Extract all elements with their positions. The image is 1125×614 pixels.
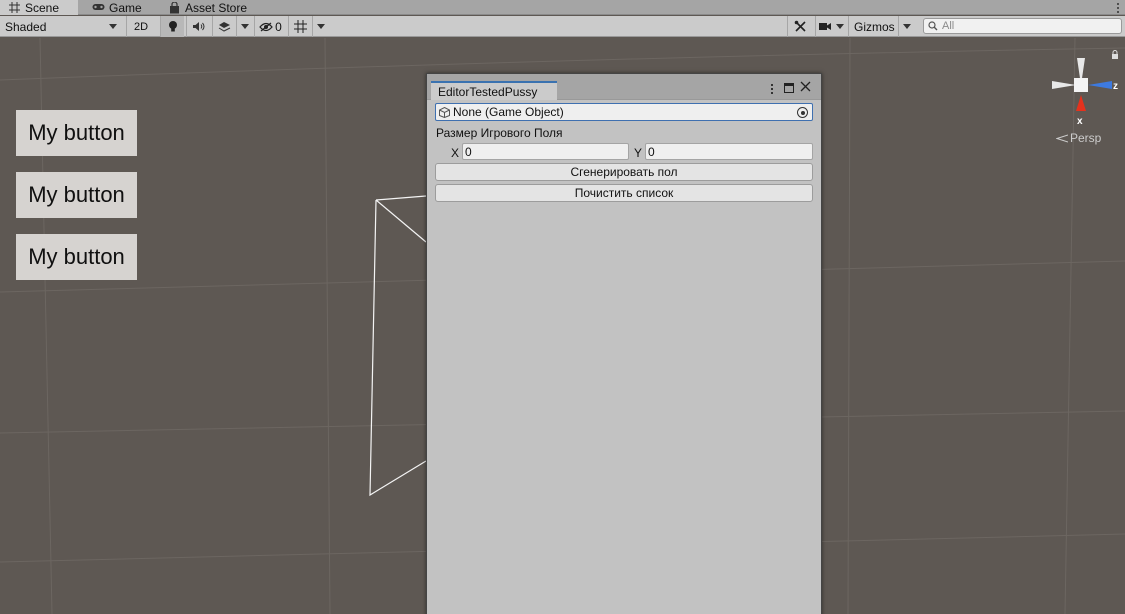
- x-input[interactable]: [462, 143, 629, 160]
- tab-scene[interactable]: Scene: [0, 0, 78, 15]
- gamepad-icon: [92, 2, 105, 14]
- toggle-2d-label: 2D: [133, 20, 149, 33]
- clear-list-button[interactable]: Почистить список: [435, 184, 813, 202]
- camera-icon: [819, 23, 831, 30]
- maximize-icon[interactable]: [784, 83, 794, 93]
- chevron-down-icon: [316, 24, 325, 29]
- search-icon: [928, 21, 938, 31]
- speaker-icon: [193, 22, 205, 31]
- chevron-down-icon: [836, 24, 844, 29]
- close-icon[interactable]: [800, 80, 812, 94]
- y-label: Y: [634, 146, 643, 160]
- scene-toolbar: Shaded 2D 0 Gizmos: [0, 16, 1125, 37]
- game-object-value: None (Game Object): [453, 105, 564, 119]
- generate-floor-button[interactable]: Сгенерировать пол: [435, 163, 813, 181]
- gizmos-dropdown[interactable]: Gizmos: [848, 16, 916, 37]
- y-input[interactable]: [645, 143, 813, 160]
- tab-asset-store-label: Asset Store: [185, 0, 248, 15]
- draw-mode-label: Shaded: [5, 19, 47, 34]
- grid-icon: [8, 2, 21, 14]
- toggle-2d-button[interactable]: 2D: [126, 16, 155, 37]
- more-options-icon[interactable]: [1115, 0, 1121, 15]
- hidden-count: 0: [275, 19, 282, 34]
- draw-mode-dropdown[interactable]: Shaded: [0, 16, 123, 37]
- grid-snap-icon: [294, 20, 307, 33]
- gizmos-label: Gizmos: [854, 19, 895, 34]
- eye-hidden-icon: [259, 22, 273, 31]
- lightbulb-icon: [168, 21, 177, 32]
- effects-toggle[interactable]: [212, 16, 236, 37]
- perspective-icon: [1056, 134, 1068, 142]
- generate-floor-label: Сгенерировать пол: [570, 165, 678, 179]
- tools-button[interactable]: [787, 16, 813, 37]
- effects-icon: [218, 21, 231, 32]
- editor-window-title: EditorTestedPussy: [438, 84, 538, 99]
- editor-tab-row: EditorTestedPussy: [427, 74, 821, 100]
- gizmo-z-label: z: [1113, 81, 1118, 92]
- cube-icon: [439, 106, 450, 118]
- gizmo-x-label: x: [1077, 116, 1083, 127]
- chevron-down-icon: [240, 24, 249, 29]
- my-button[interactable]: My button: [16, 234, 137, 280]
- effects-dropdown[interactable]: [236, 16, 252, 37]
- tools-icon: [794, 20, 806, 32]
- field-size-label: Размер Игрового Поля: [436, 126, 563, 140]
- my-button-label: My button: [28, 120, 125, 145]
- more-options-icon[interactable]: [769, 83, 775, 95]
- search-input[interactable]: [942, 20, 1112, 32]
- grid-dropdown[interactable]: [312, 16, 328, 37]
- window-tab-bar: Scene Game Asset Store: [0, 0, 1125, 15]
- tab-game[interactable]: Game: [84, 0, 160, 15]
- tab-game-label: Game: [109, 0, 142, 15]
- my-button[interactable]: My button: [16, 110, 137, 156]
- projection-label: Persp: [1070, 131, 1102, 145]
- clear-list-label: Почистить список: [574, 186, 674, 200]
- bag-icon: [168, 1, 181, 14]
- grid-toggle[interactable]: [288, 16, 312, 37]
- editor-window-tab[interactable]: EditorTestedPussy: [431, 81, 557, 100]
- scene-visibility-toggle[interactable]: 0: [254, 16, 286, 37]
- editor-window: EditorTestedPussy None (Game Object) Раз…: [426, 73, 822, 614]
- tab-scene-label: Scene: [25, 0, 60, 15]
- chevron-down-icon: [902, 24, 911, 29]
- game-object-field[interactable]: None (Game Object): [435, 103, 813, 121]
- my-button[interactable]: My button: [16, 172, 137, 218]
- scene-search[interactable]: [923, 18, 1122, 34]
- object-picker-icon[interactable]: [797, 107, 808, 118]
- chevron-down-icon: [109, 24, 117, 29]
- audio-toggle[interactable]: [186, 16, 210, 37]
- tab-asset-store[interactable]: Asset Store: [160, 0, 260, 15]
- my-button-label: My button: [28, 182, 125, 207]
- lighting-toggle[interactable]: [160, 16, 184, 37]
- camera-settings-dropdown[interactable]: [815, 16, 847, 37]
- x-label: X: [451, 146, 460, 160]
- projection-toggle[interactable]: Persp: [1056, 131, 1101, 145]
- my-button-label: My button: [28, 244, 125, 269]
